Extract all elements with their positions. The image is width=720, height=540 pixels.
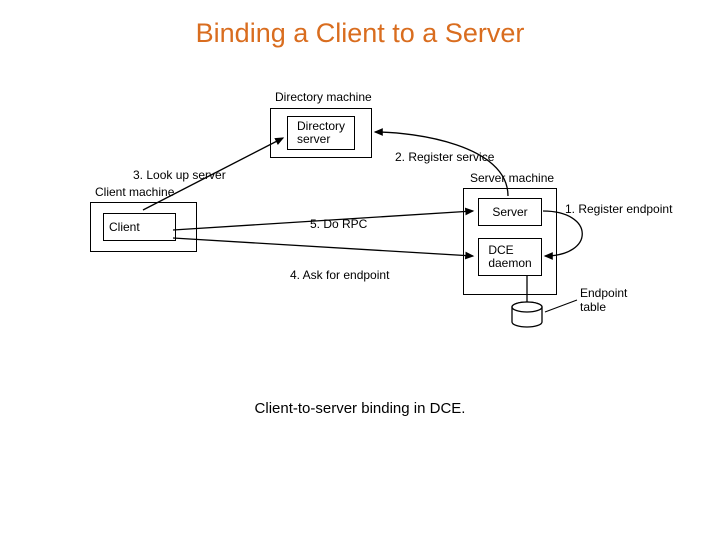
page-title: Binding a Client to a Server <box>0 18 720 49</box>
endpoint-table-cylinder <box>512 302 542 327</box>
caption: Client-to-server binding in DCE. <box>0 400 720 417</box>
arrows-overlay <box>85 90 640 350</box>
diagram-container: Directory machine Directory server Clien… <box>85 90 640 350</box>
